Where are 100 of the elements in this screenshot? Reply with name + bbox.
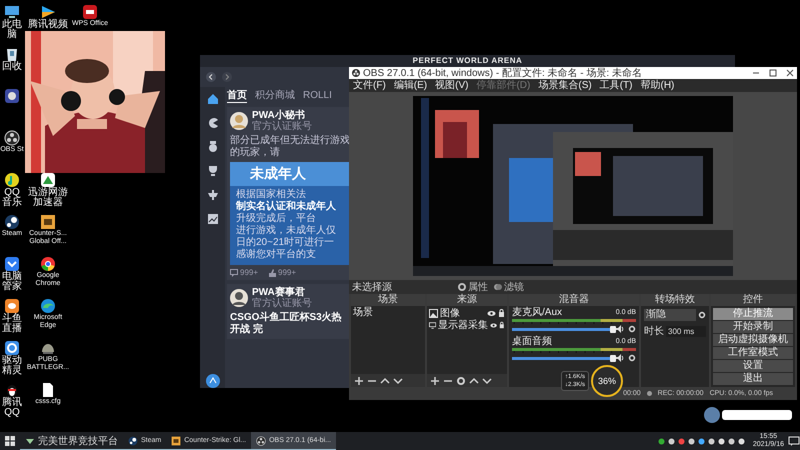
app-icon[interactable] [40, 172, 56, 188]
list-item[interactable]: 显示器采集 [438, 318, 488, 332]
shield-icon[interactable] [4, 256, 20, 272]
volume-slider[interactable] [512, 328, 613, 330]
icon-label: 迅游网游加速器 [27, 188, 69, 208]
chart-icon[interactable] [206, 213, 218, 225]
settings-icon[interactable] [628, 354, 636, 362]
speaker-icon[interactable] [616, 325, 625, 333]
menu-item[interactable]: 编辑(E) [394, 80, 428, 92]
tab[interactable]: ROLLI [303, 90, 332, 100]
gear-icon[interactable] [4, 340, 20, 356]
move-up-icon[interactable] [469, 376, 479, 386]
menu-item[interactable]: 帮助(H) [640, 80, 674, 92]
tab[interactable]: 积分商城 [255, 88, 295, 102]
icon-label: 腾讯QQ [1, 398, 23, 418]
move-down-icon[interactable] [482, 376, 492, 386]
icon-label: 电脑管家 [1, 272, 23, 292]
notification-icon[interactable] [788, 435, 800, 447]
app-icon[interactable] [4, 298, 20, 314]
control-button[interactable]: 退出 [713, 373, 793, 385]
move-down-icon[interactable] [393, 376, 403, 386]
pacman-icon[interactable] [206, 117, 218, 129]
app-icon[interactable] [82, 4, 98, 20]
duration-label: 时长 [644, 324, 664, 338]
tab[interactable]: 首页 [227, 88, 247, 102]
slider-thumb[interactable] [610, 354, 616, 362]
menu-item[interactable]: 视图(V) [435, 80, 468, 92]
comment-icon[interactable] [230, 268, 238, 276]
lock-icon[interactable] [498, 309, 505, 317]
volume-slider[interactable] [512, 356, 613, 360]
list-item[interactable]: 场景 [353, 307, 423, 319]
control-button[interactable]: 开始录制 [713, 321, 793, 333]
home-icon[interactable] [206, 93, 218, 105]
add-icon[interactable] [430, 376, 440, 386]
browser-icon[interactable] [40, 256, 56, 272]
app-icon[interactable] [4, 88, 20, 104]
transition-dropdown[interactable]: 渐隐 [644, 309, 696, 321]
add-icon[interactable] [354, 376, 364, 386]
file-icon[interactable] [40, 382, 56, 398]
panel-title: 场景 [351, 294, 425, 306]
track-name: 麦克风/Aux [512, 307, 562, 318]
app-icon [171, 436, 182, 446]
verified-label: 官方认证账号 [252, 298, 312, 309]
control-button[interactable]: 设置 [713, 360, 793, 372]
bin-icon[interactable] [4, 46, 20, 62]
speaker-icon[interactable] [616, 354, 625, 362]
banner-text: 制实名认证和未成年人 [236, 201, 337, 212]
filters-button[interactable]: 滤镜 [494, 280, 524, 294]
banner-text: 进行游戏，未成年人仅 [236, 225, 337, 236]
track-name: 桌面音频 [512, 336, 552, 347]
author-name[interactable]: PWA小秘书 [252, 110, 312, 121]
banner-text: 感谢您对平台的支 [236, 249, 317, 261]
author-name[interactable]: PWA赛事君 [252, 287, 312, 298]
trophy-icon[interactable] [206, 165, 218, 177]
back-icon[interactable] [206, 72, 216, 82]
settings-icon[interactable] [456, 376, 466, 386]
banner-title: 未成年人 [230, 162, 350, 186]
verified-label: 官方认证账号 [252, 121, 312, 132]
play-icon[interactable] [40, 4, 56, 20]
control-button[interactable]: 工作室模式 [713, 347, 793, 359]
avatar-icon[interactable] [230, 112, 248, 130]
menu-item[interactable]: 场景集合(S) [538, 80, 592, 92]
circle-logo-icon[interactable] [4, 130, 20, 146]
browser-icon[interactable] [40, 298, 56, 314]
steam-icon[interactable] [4, 214, 20, 230]
control-button[interactable]: 启动虚拟摄像机 [713, 334, 793, 346]
app-icon[interactable] [40, 214, 56, 230]
move-up-icon[interactable] [380, 376, 390, 386]
post-text: CSGO斗鱼工匠杯S3火热开战 完 [230, 312, 343, 336]
duration-field[interactable]: 300 ms [666, 326, 706, 336]
like-count: 999+ [278, 268, 296, 277]
banner-text: 根据国家相关法 [236, 189, 307, 200]
panel-title: 控件 [711, 294, 795, 306]
icon-label: 腾讯视频 [28, 20, 68, 30]
list-item[interactable]: 图像 [440, 306, 485, 320]
medal-icon[interactable] [206, 141, 218, 153]
thumbs-up-icon[interactable] [268, 268, 276, 276]
avatar-icon[interactable] [206, 374, 220, 388]
menu-item[interactable]: 文件(F) [353, 80, 386, 92]
window-title: PERFECT WORLD ARENA [412, 56, 522, 66]
menu-item[interactable]: 工具(T) [600, 80, 632, 92]
panel-title: 来源 [427, 294, 507, 306]
monitor-icon[interactable] [4, 4, 20, 20]
circle-logo-icon [352, 69, 360, 77]
forward-icon[interactable] [222, 72, 232, 82]
lock-icon[interactable] [499, 321, 505, 329]
panel-title: 混音器 [509, 294, 639, 306]
circle-logo-icon [256, 436, 266, 446]
eye-icon[interactable] [487, 310, 496, 316]
settings-icon[interactable] [698, 311, 706, 319]
selection-label: 未选择源 [352, 280, 393, 294]
avatar-icon[interactable] [230, 289, 248, 307]
steam-icon [128, 436, 138, 446]
penguin-icon[interactable] [4, 382, 20, 398]
properties-button[interactable]: 属性 [458, 280, 488, 294]
settings-icon[interactable] [628, 325, 636, 333]
taskbar-button[interactable]: 完美世界竞技平台 [20, 432, 123, 450]
music-note-icon[interactable] [4, 172, 20, 188]
eye-icon[interactable] [490, 322, 498, 328]
slider-thumb[interactable] [610, 326, 616, 332]
